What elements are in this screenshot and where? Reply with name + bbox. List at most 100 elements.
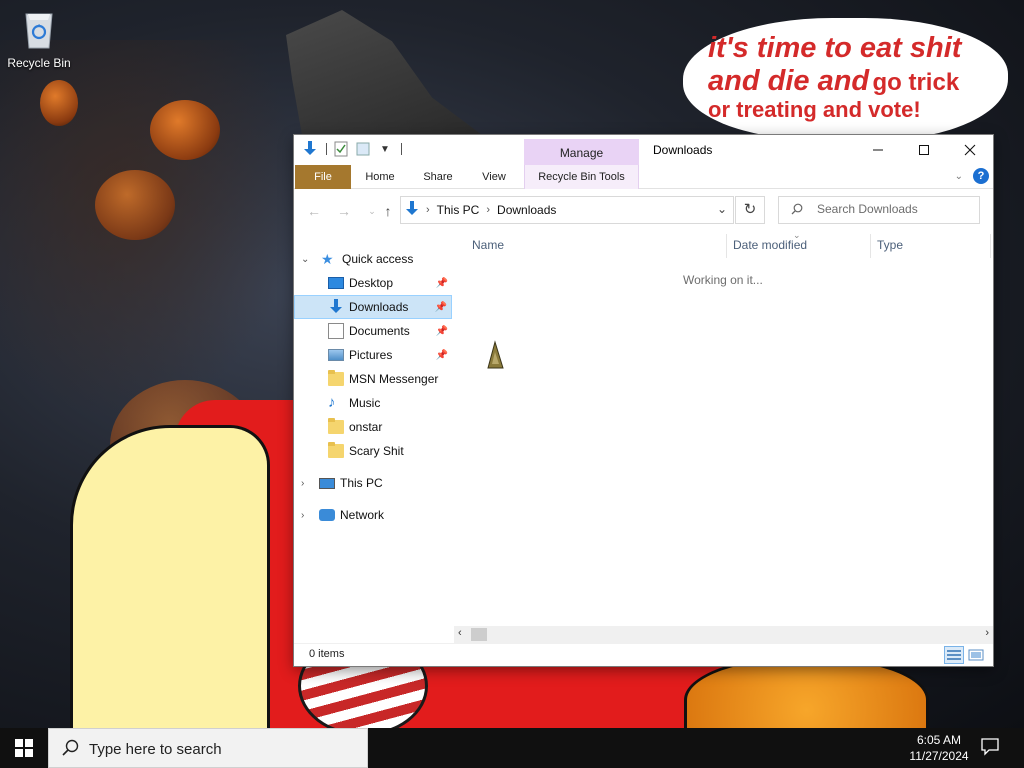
contextual-tab-group-manage[interactable]: Manage [524, 139, 639, 165]
tab-file[interactable]: File [295, 165, 351, 189]
nav-item-desktop[interactable]: Desktop 📌 [294, 271, 452, 295]
breadcrumb-downloads[interactable]: Downloads [497, 203, 556, 217]
scroll-left-arrow-icon[interactable]: ‹ [458, 627, 462, 639]
forward-arrow-icon[interactable]: → [334, 201, 354, 221]
desktop-icon-label: Recycle Bin [7, 56, 71, 70]
maximize-icon [919, 145, 929, 155]
tab-share[interactable]: Share [414, 165, 462, 189]
tab-home[interactable]: Home [357, 165, 403, 189]
scrollbar-thumb[interactable] [471, 628, 487, 641]
expanded-chevron-icon[interactable]: ⌄ [301, 254, 309, 265]
nav-this-pc[interactable]: › This PC [294, 471, 452, 495]
minimize-icon [873, 149, 883, 151]
loading-status-text: Working on it... [683, 273, 763, 287]
expand-ribbon-chevron-icon[interactable]: ⌄ [955, 171, 963, 182]
search-icon [61, 739, 79, 762]
column-divider[interactable] [726, 234, 727, 258]
pin-icon[interactable]: 📌 [436, 278, 448, 289]
pin-icon[interactable]: 📌 [436, 350, 448, 361]
up-arrow-icon[interactable]: ↑ [378, 201, 398, 221]
pictures-icon [328, 349, 344, 361]
computer-icon [319, 477, 335, 489]
help-icon[interactable]: ? [973, 168, 989, 184]
desktop-icon [328, 277, 344, 289]
file-list-area[interactable]: Name ⌄ Date modified Type Working on it.… [454, 230, 993, 635]
nav-item-label: Pictures [349, 348, 393, 362]
desktop-icon-recycle-bin[interactable]: Recycle Bin [6, 8, 72, 70]
nav-item-downloads[interactable]: Downloads 📌 [294, 295, 452, 319]
column-divider[interactable] [990, 234, 991, 258]
folder-icon [328, 370, 344, 386]
breadcrumb-this-pc[interactable]: This PC [437, 203, 480, 217]
close-icon [964, 144, 976, 156]
start-button[interactable] [0, 728, 48, 768]
pin-icon[interactable]: 📌 [436, 326, 448, 337]
pin-icon[interactable]: 📌 [435, 302, 447, 313]
address-bar[interactable]: › This PC › Downloads ⌄ [400, 196, 734, 224]
downloads-arrow-icon [405, 200, 419, 220]
nav-item-label: Music [349, 396, 381, 410]
wallpaper-pumpkin [150, 100, 220, 160]
nav-item-scary-shit[interactable]: Scary Shit [294, 439, 452, 463]
system-clock[interactable]: 6:05 AM 11/27/2024 [900, 732, 978, 764]
close-button[interactable] [947, 135, 993, 165]
search-icon [791, 203, 803, 218]
horizontal-scrollbar[interactable]: ‹ › [454, 626, 993, 643]
search-box[interactable] [778, 196, 980, 224]
taskbar-search-box[interactable]: Type here to search [48, 728, 368, 768]
notification-icon [981, 738, 999, 756]
nav-item-label: Scary Shit [349, 444, 404, 458]
nav-item-msn-messenger[interactable]: MSN Messenger [294, 367, 452, 391]
status-bar: 0 items [294, 643, 993, 666]
nav-item-label: Desktop [349, 276, 394, 290]
wallpaper-text-line: and die and [708, 64, 870, 97]
details-view-button[interactable] [944, 646, 964, 664]
minimize-button[interactable] [855, 135, 901, 165]
busy-cursor-icon [487, 340, 504, 369]
tab-view[interactable]: View [472, 165, 516, 189]
file-explorer-window: ▼ Manage Downloads File Home Share View … [294, 135, 993, 666]
tab-recycle-bin-tools[interactable]: Recycle Bin Tools [524, 165, 639, 189]
properties-icon[interactable] [333, 141, 349, 157]
address-dropdown-chevron-icon[interactable]: ⌄ [717, 202, 727, 216]
maximize-button[interactable] [901, 135, 947, 165]
nav-item-label: This PC [340, 476, 383, 490]
ribbon-tab-bar: File Home Share View Recycle Bin Tools ⌄… [294, 165, 993, 189]
wallpaper-pumpkin [40, 80, 78, 126]
collapsed-chevron-icon[interactable]: › [301, 510, 304, 521]
nav-network[interactable]: › Network [294, 503, 452, 527]
wallpaper-character-face [70, 425, 270, 728]
column-divider[interactable] [870, 234, 871, 258]
nav-item-documents[interactable]: Documents 📌 [294, 319, 452, 343]
breadcrumb-separator-icon: › [426, 204, 430, 216]
action-center-button[interactable] [980, 736, 1004, 760]
refresh-icon: ↻ [743, 201, 757, 218]
nav-item-onstar[interactable]: onstar [294, 415, 452, 439]
network-icon [319, 509, 335, 521]
nav-item-music[interactable]: ♪ Music [294, 391, 452, 415]
breadcrumb-separator-icon: › [486, 204, 491, 216]
toolbar-divider [326, 143, 327, 155]
downloads-arrow-icon[interactable] [302, 141, 318, 157]
scroll-right-arrow-icon[interactable]: › [985, 627, 989, 639]
back-arrow-icon[interactable]: ← [304, 201, 324, 221]
search-input[interactable] [817, 202, 973, 216]
refresh-button[interactable]: ↻ [735, 196, 765, 224]
clock-time: 6:05 AM [916, 733, 962, 747]
customize-toolbar-chevron-icon[interactable]: ▼ [377, 141, 393, 157]
title-bar: ▼ Manage Downloads [294, 135, 993, 165]
column-header-name[interactable]: Name [472, 238, 504, 252]
collapsed-chevron-icon[interactable]: › [301, 478, 304, 489]
ribbon-right-controls: ⌄ ? [955, 168, 989, 184]
column-header-date-modified[interactable]: Date modified [733, 238, 807, 252]
navigation-bar: ← → ⌄ ↑ › This PC › Downloads ⌄ ↻ [294, 190, 993, 230]
folder-icon [328, 418, 344, 434]
nav-item-label: onstar [349, 420, 383, 434]
new-folder-icon[interactable] [355, 141, 371, 157]
column-header-type[interactable]: Type [877, 238, 903, 252]
nav-quick-access[interactable]: ⌄ ★ Quick access [294, 247, 452, 271]
nav-item-pictures[interactable]: Pictures 📌 [294, 343, 452, 367]
wallpaper-text-line: go trick [872, 68, 960, 96]
star-icon: ★ [321, 251, 334, 267]
large-icons-view-button[interactable] [966, 646, 986, 664]
